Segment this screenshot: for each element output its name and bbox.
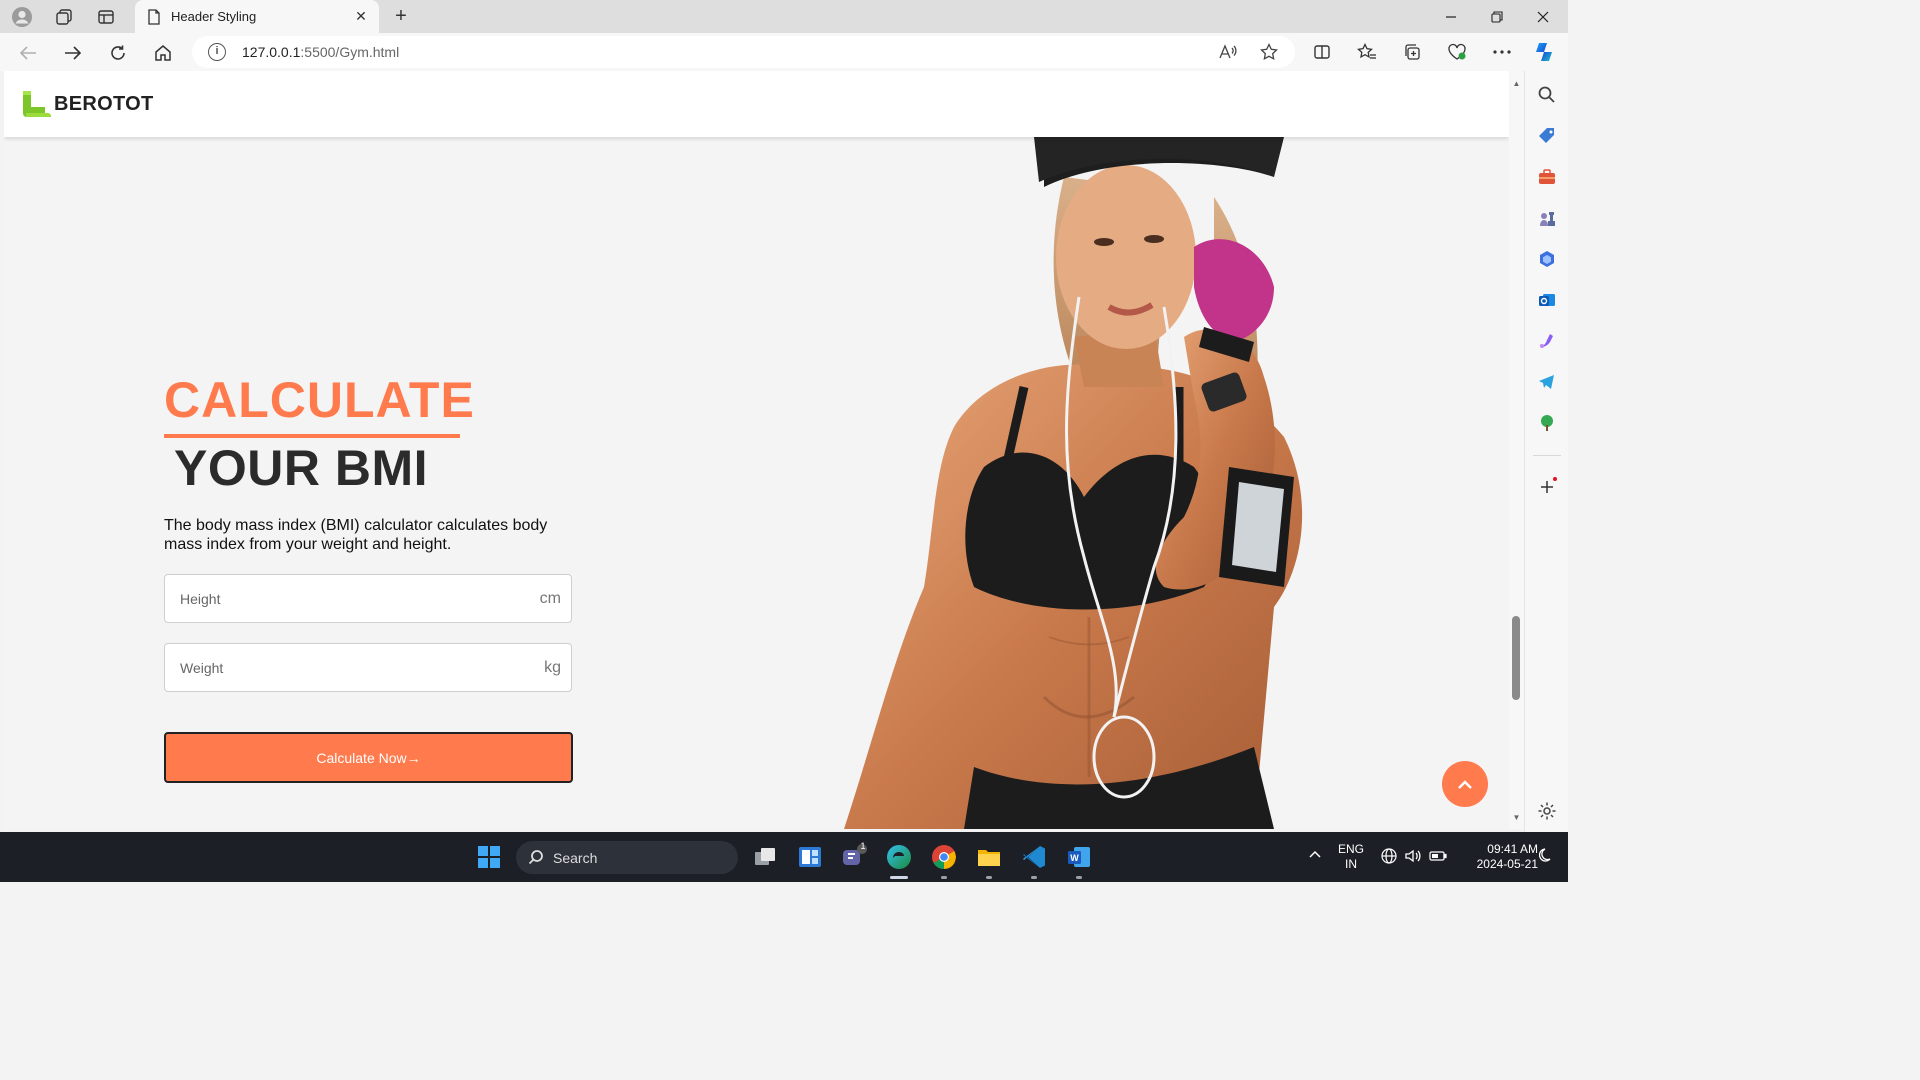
site-info-icon[interactable]: i bbox=[208, 43, 226, 61]
network-globe-icon[interactable] bbox=[1380, 847, 1398, 865]
word-icon[interactable]: W bbox=[1065, 843, 1093, 871]
add-sidebar-app-icon[interactable] bbox=[1537, 477, 1557, 497]
home-icon[interactable] bbox=[150, 40, 176, 66]
show-hidden-icons-chevron-icon[interactable] bbox=[1306, 847, 1324, 865]
explorer-running-indicator bbox=[986, 876, 992, 879]
bmi-description: The body mass index (BMI) calculator cal… bbox=[164, 517, 548, 553]
games-chess-icon[interactable] bbox=[1537, 208, 1557, 228]
refresh-icon[interactable] bbox=[105, 40, 131, 66]
workspaces-icon[interactable] bbox=[52, 5, 76, 29]
file-explorer-icon[interactable] bbox=[975, 843, 1003, 871]
active-tab[interactable]: Header Styling ✕ bbox=[135, 0, 379, 33]
vscode-icon[interactable] bbox=[1020, 843, 1048, 871]
edge-browser-icon[interactable] bbox=[885, 843, 913, 871]
scroll-up-arrow-icon[interactable]: ▲ bbox=[1512, 79, 1521, 88]
split-screen-icon[interactable] bbox=[1311, 41, 1333, 63]
hero-title: CALCULATE bbox=[164, 372, 475, 428]
url-text[interactable]: 127.0.0.1:5500/Gym.html bbox=[242, 44, 399, 60]
clock[interactable]: 09:41 AM 2024-05-21 bbox=[1460, 842, 1538, 872]
scroll-down-arrow-icon[interactable]: ▼ bbox=[1512, 813, 1521, 822]
hero-title-underline bbox=[164, 434, 460, 438]
scrollbar-thumb[interactable] bbox=[1512, 616, 1520, 700]
word-running-indicator bbox=[1076, 876, 1082, 879]
page-icon bbox=[148, 8, 160, 25]
taskbar-search[interactable]: Search bbox=[516, 841, 738, 874]
chrome-icon[interactable] bbox=[930, 843, 958, 871]
weight-field: kg bbox=[164, 643, 572, 692]
microsoft-365-icon[interactable] bbox=[1537, 249, 1557, 269]
chrome-running-indicator bbox=[941, 876, 947, 879]
edge-sidebar bbox=[1524, 71, 1568, 832]
close-tab-icon[interactable]: ✕ bbox=[353, 8, 369, 24]
teams-badge: 1 bbox=[860, 841, 866, 851]
height-input[interactable] bbox=[165, 575, 571, 622]
tab-strip: Header Styling ✕ + bbox=[0, 0, 1568, 33]
forward-icon[interactable] bbox=[60, 40, 86, 66]
scroll-to-top-button[interactable] bbox=[1442, 761, 1488, 807]
browser-essentials-icon[interactable] bbox=[1446, 41, 1468, 63]
site-header: BEROTOT bbox=[4, 71, 1509, 137]
battery-icon[interactable] bbox=[1429, 847, 1447, 865]
svg-text:W: W bbox=[1070, 853, 1079, 863]
weight-input[interactable] bbox=[165, 644, 571, 691]
search-glass-icon bbox=[528, 850, 543, 865]
calculate-button-label: Calculate Now bbox=[316, 749, 407, 766]
new-tab-icon[interactable]: + bbox=[390, 5, 412, 27]
tab-title: Header Styling bbox=[171, 9, 257, 24]
brand-logo-icon[interactable] bbox=[20, 87, 54, 121]
favorites-icon[interactable] bbox=[1356, 41, 1378, 63]
telegram-icon[interactable] bbox=[1537, 372, 1557, 392]
brand-name[interactable]: BEROTOT bbox=[54, 93, 154, 116]
vscode-running-indicator bbox=[1031, 876, 1037, 879]
hero-athlete-image bbox=[834, 133, 1354, 829]
hero-subtitle: YOUR BMI bbox=[174, 440, 428, 496]
edge-running-indicator bbox=[890, 876, 908, 879]
tree-icon[interactable] bbox=[1537, 413, 1557, 433]
address-bar[interactable]: i 127.0.0.1:5500/Gym.html bbox=[192, 36, 1295, 68]
shopping-tag-icon[interactable] bbox=[1537, 126, 1557, 146]
chevron-up-icon bbox=[1458, 780, 1472, 789]
designer-icon[interactable] bbox=[1537, 331, 1557, 351]
back-icon[interactable] bbox=[15, 40, 41, 66]
do-not-disturb-moon-icon[interactable] bbox=[1537, 847, 1555, 865]
arrow-right-icon: → bbox=[406, 749, 421, 766]
widgets-icon[interactable] bbox=[796, 843, 824, 871]
close-window-icon[interactable] bbox=[1520, 0, 1566, 33]
search-icon[interactable] bbox=[1537, 85, 1557, 105]
outlook-icon[interactable] bbox=[1537, 290, 1557, 310]
taskbar-search-label: Search bbox=[553, 850, 598, 866]
windows-start-icon[interactable] bbox=[475, 843, 503, 871]
weight-unit: kg bbox=[544, 659, 561, 676]
browser-toolbar: i 127.0.0.1:5500/Gym.html bbox=[0, 33, 1568, 71]
height-field: cm bbox=[164, 574, 572, 623]
calculate-now-button[interactable]: Calculate Now → bbox=[164, 732, 573, 783]
copilot-icon[interactable] bbox=[1533, 41, 1555, 63]
minimize-icon[interactable] bbox=[1428, 0, 1474, 33]
sidebar-divider bbox=[1533, 455, 1561, 456]
teams-chat-icon[interactable]: 1 bbox=[840, 841, 868, 871]
tools-briefcase-icon[interactable] bbox=[1537, 167, 1557, 187]
volume-icon[interactable] bbox=[1404, 847, 1422, 865]
vertical-tabs-icon[interactable] bbox=[94, 5, 118, 29]
favorite-star-icon[interactable] bbox=[1259, 42, 1279, 62]
page-viewport: BEROTOT CALCULATE YOUR BMI The body mass… bbox=[4, 71, 1509, 829]
profile-icon[interactable] bbox=[10, 5, 34, 29]
collections-icon[interactable] bbox=[1401, 41, 1423, 63]
task-view-icon[interactable] bbox=[751, 843, 779, 871]
sidebar-settings-icon[interactable] bbox=[1537, 801, 1557, 821]
read-aloud-icon[interactable] bbox=[1218, 42, 1238, 62]
page-scrollbar[interactable]: ▲ ▼ bbox=[1509, 71, 1524, 829]
height-unit: cm bbox=[539, 590, 561, 607]
language-indicator[interactable]: ENG IN bbox=[1334, 842, 1368, 872]
restore-icon[interactable] bbox=[1474, 0, 1520, 33]
windows-taskbar: Search 1 W ENG IN 09:41 AM 2024-05-21 bbox=[0, 832, 1568, 882]
more-options-icon[interactable] bbox=[1491, 41, 1513, 63]
